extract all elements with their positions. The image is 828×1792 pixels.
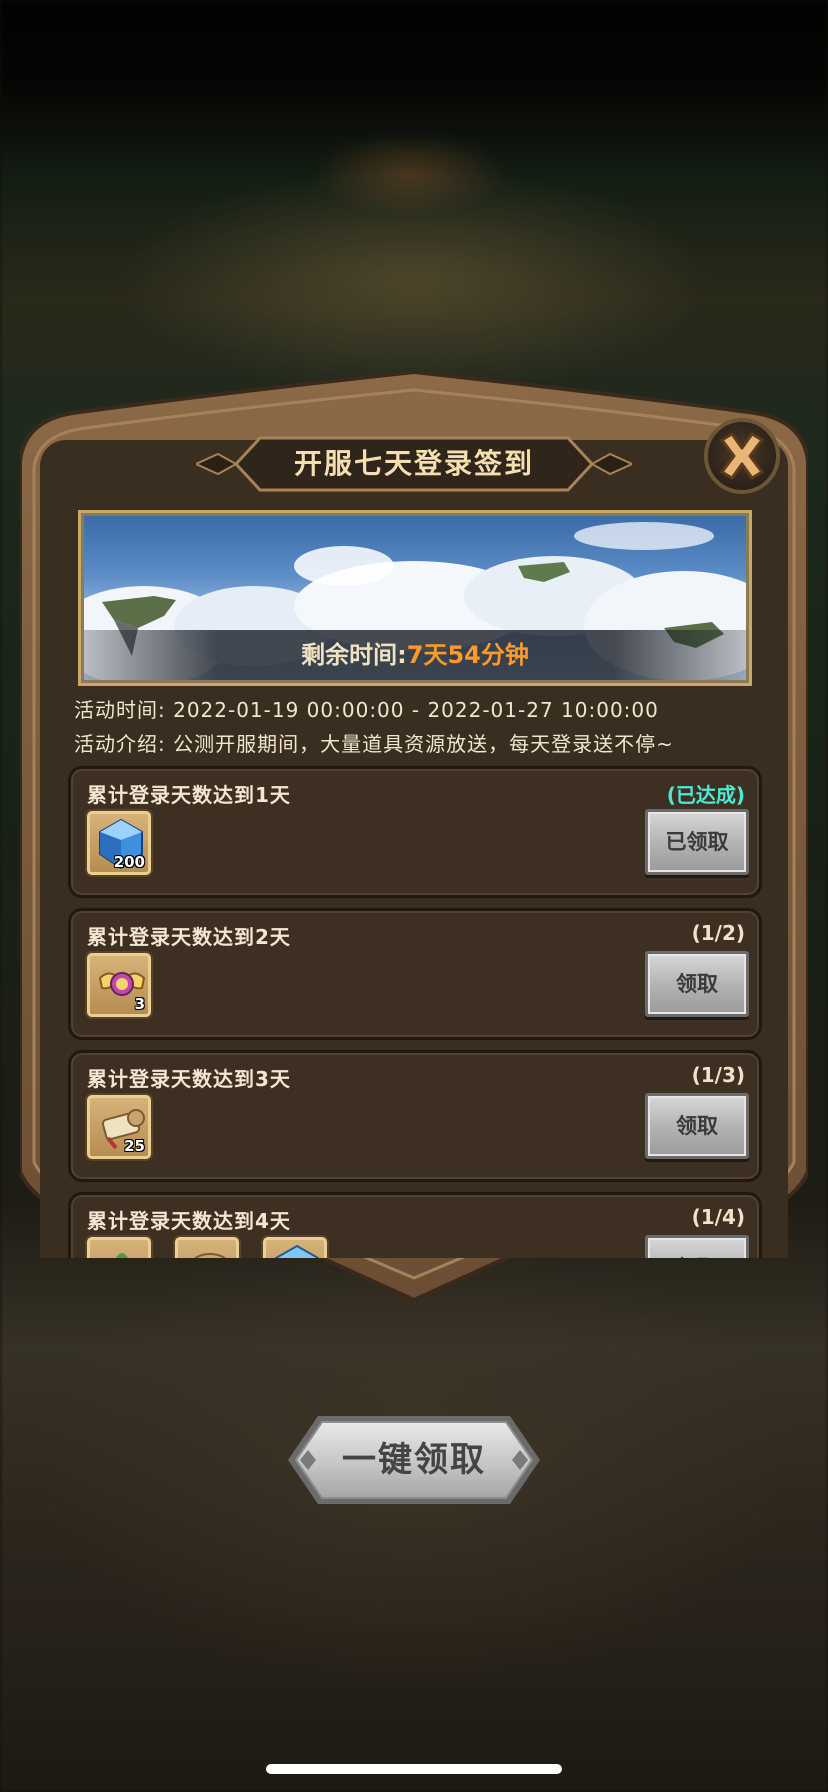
claim-all-button[interactable]: 一键领取	[284, 1412, 544, 1508]
sky-banner-image: 剩余时间:7天54分钟	[84, 516, 746, 680]
remaining-time-label: 剩余时间:	[301, 641, 407, 669]
event-banner: 剩余时间:7天54分钟	[78, 510, 752, 686]
claim-button[interactable]: 领取	[645, 951, 749, 1017]
food-pot-icon	[116, 1253, 128, 1258]
scroll-icon	[194, 1253, 226, 1258]
reward-count: 25	[124, 1137, 145, 1155]
claim-button[interactable]: 领取	[645, 1093, 749, 1159]
dialog-title: 开服七天登录签到	[293, 447, 534, 480]
activity-time: 活动时间: 2022-01-19 00:00:00 - 2022-01-27 1…	[74, 698, 659, 722]
close-icon	[720, 432, 764, 480]
task-card-day-2: 累计登录天数达到2天 (1/2) 3 领取	[68, 908, 762, 1040]
reward-item[interactable]	[87, 1237, 151, 1258]
activity-description: 活动介绍: 公测开服期间，大量道具资源放送，每天登录送不停~	[74, 732, 674, 756]
reward-count: 3	[134, 995, 145, 1013]
claim-button[interactable]: 领取	[645, 1235, 749, 1258]
task-card-day-3: 累计登录天数达到3天 (1/3) 25 领取	[68, 1050, 762, 1182]
task-card-day-1: 累计登录天数达到1天 (已达成) 200 已领取	[68, 766, 762, 898]
reward-item[interactable]	[175, 1237, 239, 1258]
dialog-title-plate: 开服七天登录签到	[196, 436, 632, 492]
task-title: 累计登录天数达到1天	[87, 783, 291, 807]
task-title: 累计登录天数达到2天	[87, 925, 291, 949]
task-progress: (已达成)	[666, 783, 745, 807]
blue-gem-icon	[275, 1244, 319, 1258]
reward-item[interactable]	[263, 1237, 327, 1258]
home-indicator[interactable]	[266, 1764, 562, 1774]
reward-item[interactable]: 3	[87, 953, 151, 1017]
remaining-time-bar: 剩余时间:7天54分钟	[84, 630, 746, 680]
task-card-day-4: 累计登录天数达到4天 (1/4) 领取	[68, 1192, 762, 1258]
reward-count: 200	[113, 853, 145, 871]
task-title: 累计登录天数达到3天	[87, 1067, 291, 1091]
task-list[interactable]: 累计登录天数达到1天 (已达成) 200 已领取 累计登录天数达到2天 (1/2…	[68, 766, 762, 1258]
claimed-button[interactable]: 已领取	[645, 809, 749, 875]
reward-item[interactable]: 200	[87, 811, 151, 875]
reward-item[interactable]: 25	[87, 1095, 151, 1159]
task-progress: (1/2)	[691, 921, 745, 945]
task-progress: (1/4)	[691, 1205, 745, 1229]
task-title: 累计登录天数达到4天	[87, 1209, 291, 1233]
close-button[interactable]	[704, 418, 780, 494]
remaining-time-value: 7天54分钟	[406, 641, 529, 669]
claim-all-label: 一键领取	[342, 1440, 486, 1480]
task-progress: (1/3)	[691, 1063, 745, 1087]
